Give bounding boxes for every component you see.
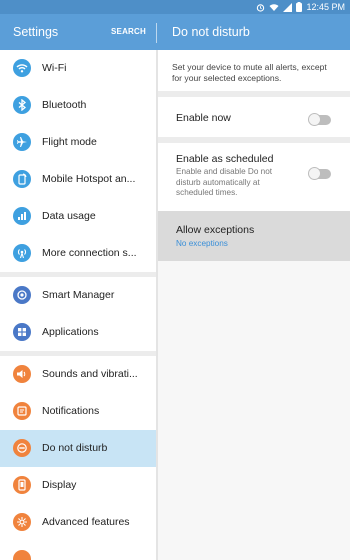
status-bar: 12:45 PM <box>0 0 350 14</box>
smart-manager-icon <box>13 286 31 304</box>
applications-icon <box>13 323 31 341</box>
sidebar-item-label: Sounds and vibrati... <box>42 368 138 380</box>
toggle-knob <box>308 113 321 126</box>
enable-now-row[interactable]: Enable now <box>158 97 350 137</box>
sidebar-item-label: Applications <box>42 326 99 338</box>
sidebar-item-wifi[interactable]: Wi-Fi <box>0 50 156 87</box>
airplane-icon <box>13 133 31 151</box>
detail-pane: Set your device to mute all alerts, exce… <box>158 50 350 560</box>
sidebar-item-label: Mobile Hotspot an... <box>42 173 136 185</box>
sidebar-item-label: Data usage <box>42 210 96 222</box>
settings-title: Settings <box>13 25 59 39</box>
sidebar-item-flight-mode[interactable]: Flight mode <box>0 124 156 161</box>
alarm-icon <box>256 3 265 12</box>
description-text: Set your device to mute all alerts, exce… <box>158 50 350 91</box>
advanced-features-icon <box>13 513 31 531</box>
search-button[interactable]: SEARCH <box>111 27 146 36</box>
bluetooth-icon <box>13 96 31 114</box>
sidebar-item-label: Wi-Fi <box>42 62 67 74</box>
sidebar-item-smart-manager[interactable]: Smart Manager <box>0 277 156 314</box>
sidebar-item-label: Advanced features <box>42 516 130 528</box>
notifications-icon <box>13 402 31 420</box>
sidebar-item-bluetooth[interactable]: Bluetooth <box>0 87 156 124</box>
toggle-knob <box>308 167 321 180</box>
sidebar-item-label: Flight mode <box>42 136 97 148</box>
sidebar-item-do-not-disturb[interactable]: Do not disturb <box>0 430 156 467</box>
sidebar-item-partial[interactable] <box>0 541 156 560</box>
sidebar-item-label: Do not disturb <box>42 442 108 454</box>
sidebar-item-label: More connection s... <box>42 247 137 259</box>
sidebar-item-label: Bluetooth <box>42 99 87 111</box>
sound-icon <box>13 365 31 383</box>
app-bar: Settings SEARCH Do not disturb <box>0 14 350 50</box>
enable-scheduled-description: Enable and disable Do not disturb automa… <box>176 167 273 197</box>
sidebar-item-data-usage[interactable]: Data usage <box>0 198 156 235</box>
sidebar-item-display[interactable]: Display <box>0 467 156 504</box>
sidebar-item-applications[interactable]: Applications <box>0 314 156 351</box>
sidebar-item-more-connections[interactable]: More connection s... <box>0 235 156 272</box>
enable-scheduled-toggle[interactable] <box>308 167 331 180</box>
do-not-disturb-icon <box>13 439 31 457</box>
allow-exceptions-row[interactable]: Allow exceptions No exceptions <box>158 211 350 261</box>
enable-scheduled-label: Enable as scheduled <box>176 153 274 165</box>
wifi-signal-icon <box>269 3 279 12</box>
sidebar-item-advanced-features[interactable]: Advanced features <box>0 504 156 541</box>
display-icon <box>13 476 31 494</box>
sidebar-item-mobile-hotspot[interactable]: Mobile Hotspot an... <box>0 161 156 198</box>
allow-exceptions-label: Allow exceptions <box>176 224 255 236</box>
enable-now-toggle[interactable] <box>308 113 331 126</box>
settings-sidebar: Wi-Fi Bluetooth Flight mode Mobile Hotsp… <box>0 50 156 560</box>
sidebar-item-sounds[interactable]: Sounds and vibrati... <box>0 356 156 393</box>
sidebar-item-label: Display <box>42 479 77 491</box>
hotspot-icon <box>13 170 31 188</box>
more-connections-icon <box>13 244 31 262</box>
page-title: Do not disturb <box>172 25 250 39</box>
battery-icon <box>296 2 303 12</box>
cell-signal-icon <box>283 2 293 12</box>
data-usage-icon <box>13 207 31 225</box>
app-bar-divider <box>156 23 157 43</box>
partial-item-icon <box>13 550 31 560</box>
sidebar-item-label: Notifications <box>42 405 100 417</box>
clock-text: 12:45 PM <box>306 2 345 12</box>
wifi-icon <box>13 59 31 77</box>
sidebar-item-label: Smart Manager <box>42 289 115 301</box>
allow-exceptions-status: No exceptions <box>176 239 228 248</box>
enable-scheduled-row[interactable]: Enable as scheduled Enable and disable D… <box>158 143 350 211</box>
enable-now-label: Enable now <box>176 112 231 124</box>
sidebar-item-notifications[interactable]: Notifications <box>0 393 156 430</box>
